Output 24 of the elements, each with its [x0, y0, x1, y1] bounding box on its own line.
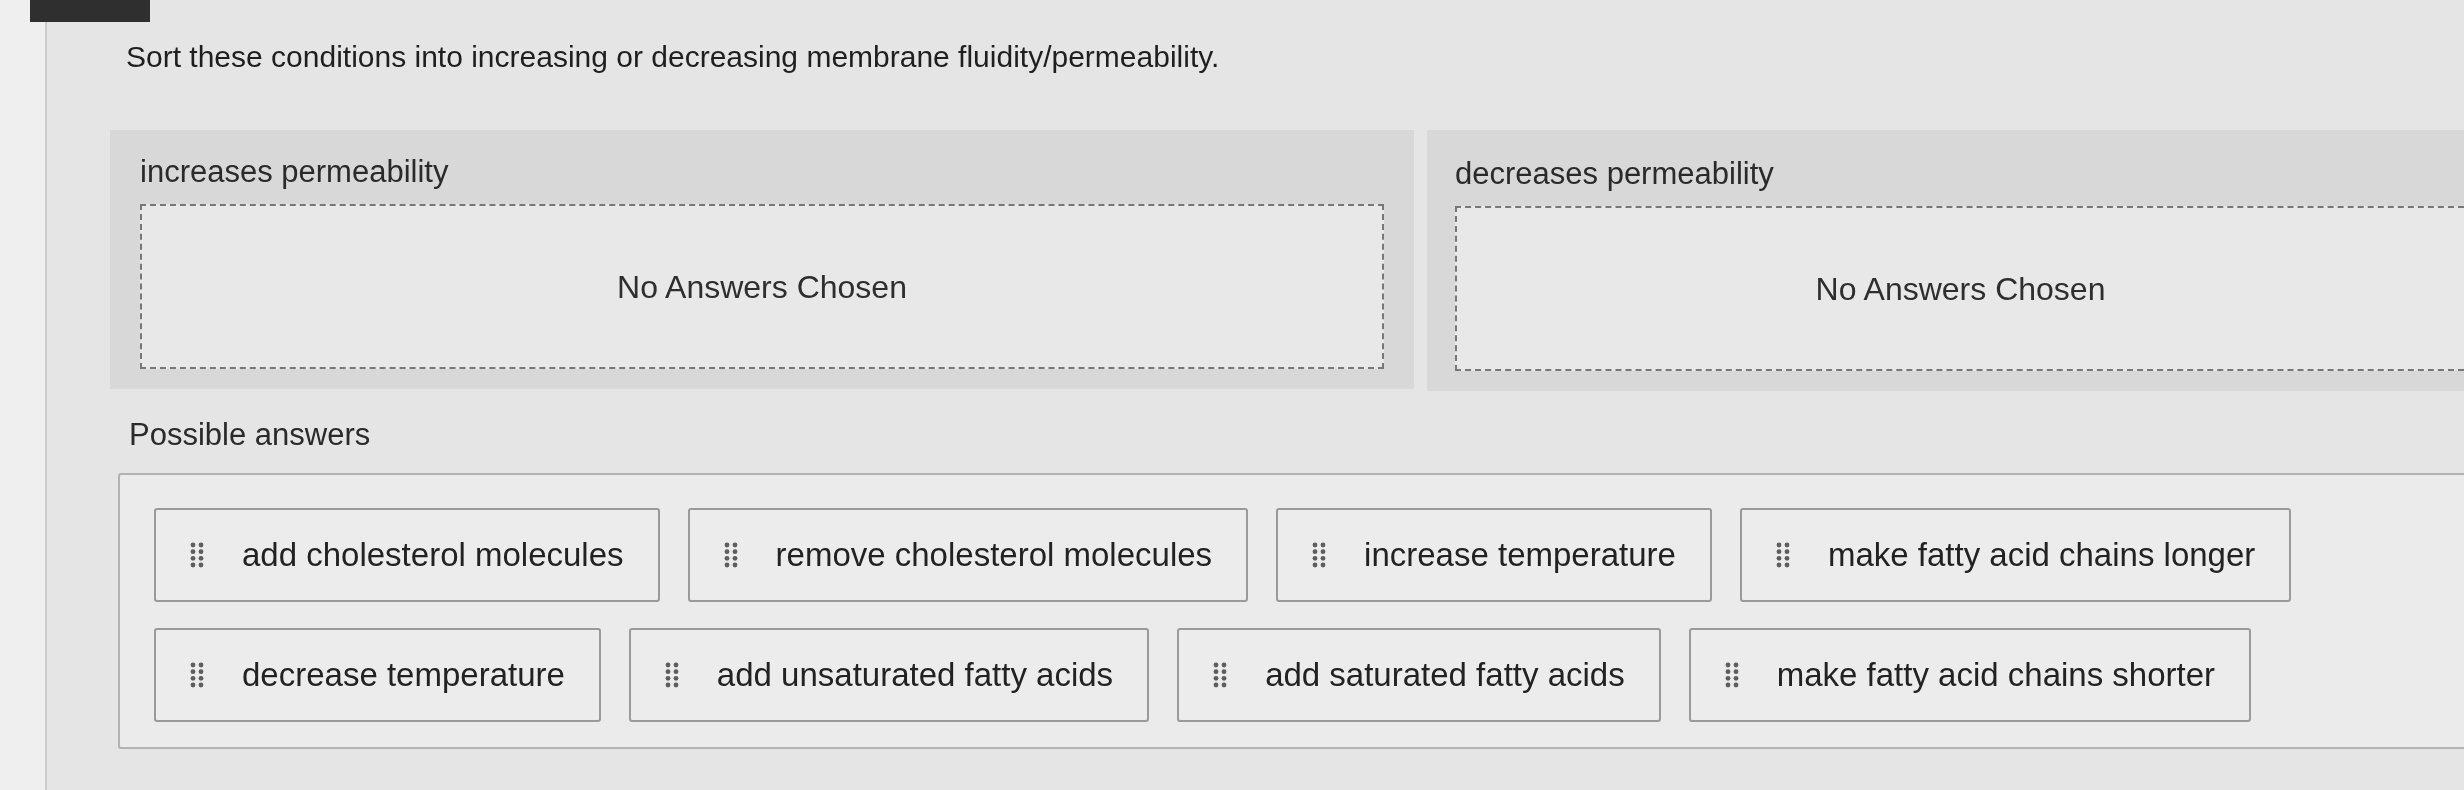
- grip-dots-icon: [1213, 662, 1228, 688]
- grip-dots-icon: [190, 662, 204, 688]
- answer-chip[interactable]: increase temperature: [1276, 508, 1712, 602]
- category-label: decreases permeability: [1455, 156, 1774, 192]
- grip-dots-icon: [664, 662, 679, 688]
- category-label: increases permeability: [140, 154, 449, 190]
- answer-chip[interactable]: decrease temperature: [154, 628, 601, 722]
- grip-dots-icon: [1312, 542, 1327, 568]
- empty-message: No Answers Chosen: [617, 267, 907, 306]
- answer-chip[interactable]: add saturated fatty acids: [1177, 628, 1661, 722]
- answer-chip[interactable]: add unsaturated fatty acids: [628, 628, 1150, 722]
- answer-chip[interactable]: add cholesterol molecules: [154, 508, 660, 602]
- drop-zone[interactable]: No Answers Chosen: [1455, 206, 2464, 371]
- answer-bank-title: Possible answers: [129, 417, 371, 453]
- grip-dots-icon: [1775, 542, 1790, 568]
- empty-message: No Answers Chosen: [1815, 269, 2106, 308]
- answer-chip[interactable]: remove cholesterol molecules: [687, 508, 1249, 602]
- grip-dots-icon: [190, 542, 204, 568]
- drop-zone[interactable]: No Answers Chosen: [140, 204, 1384, 369]
- answer-chip[interactable]: make fatty acid chains shorter: [1688, 628, 2252, 722]
- question-text: Sort these conditions into increasing or decreasing membrane fluidity/permeability.: [126, 40, 1220, 74]
- grip-dots-icon: [1724, 662, 1739, 688]
- grip-dots-icon: [723, 542, 738, 568]
- answer-chip[interactable]: make fatty acid chains longer: [1739, 508, 2292, 602]
